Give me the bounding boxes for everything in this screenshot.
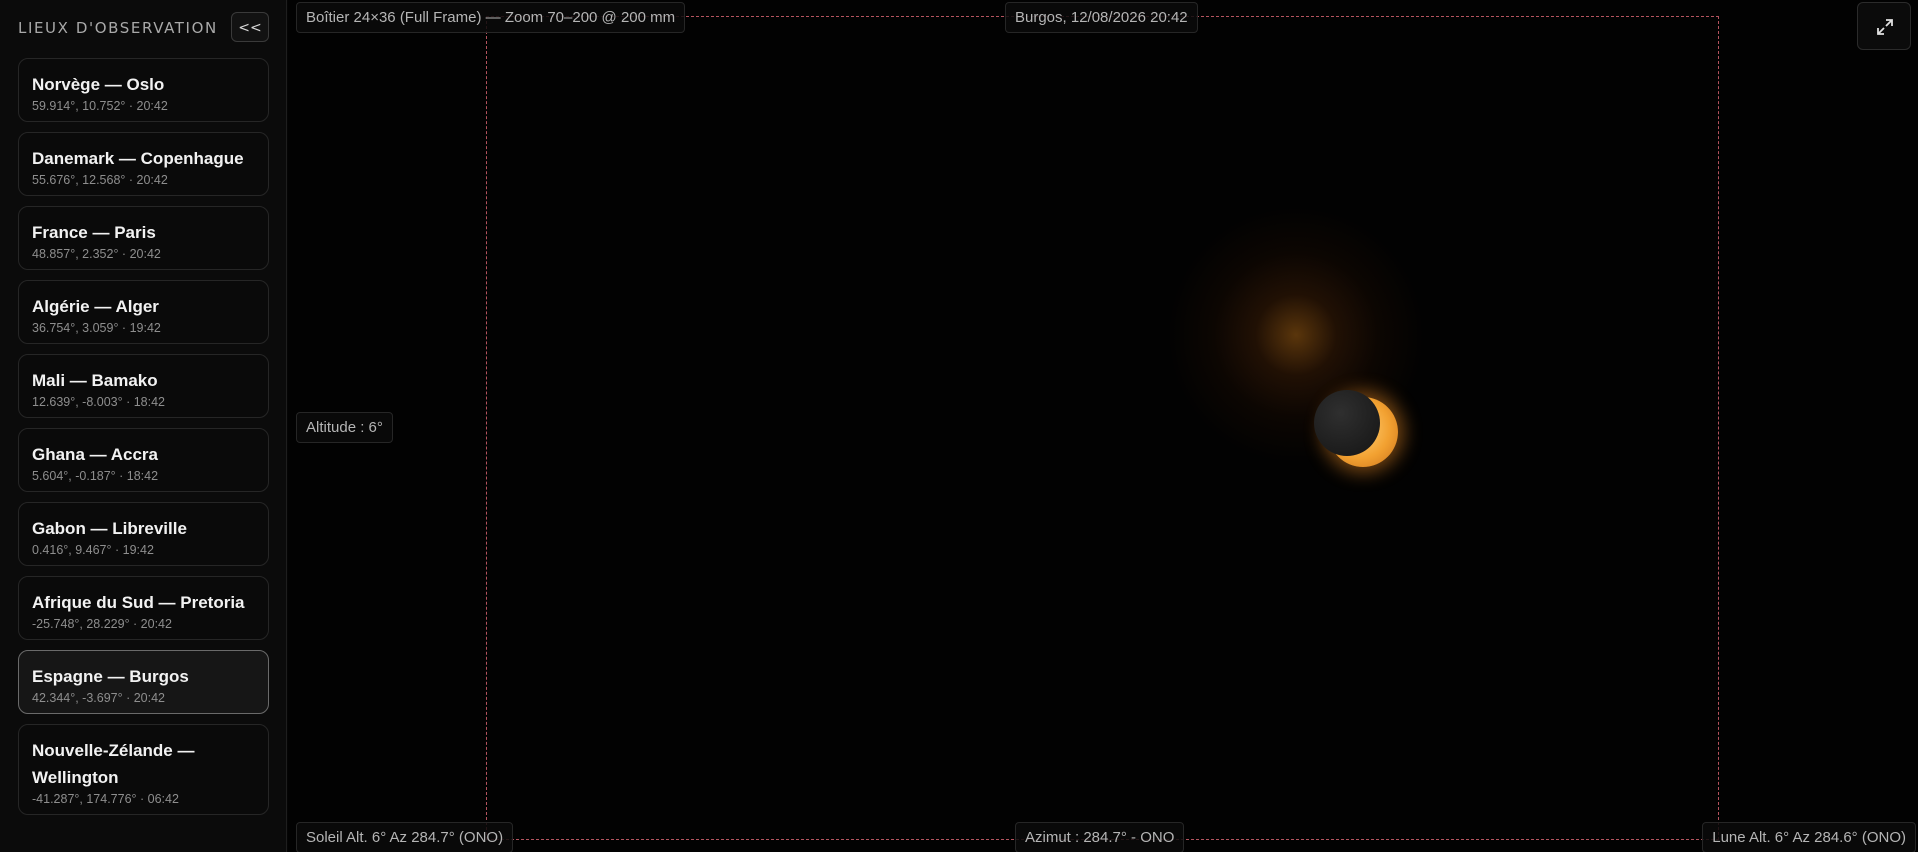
location-item-accra[interactable]: Ghana — Accra 5.604°, -0.187° · 18:42 xyxy=(18,428,269,492)
location-meta: 55.676°, 12.568° · 20:42 xyxy=(32,173,168,187)
location-item-burgos[interactable]: Espagne — Burgos 42.344°, -3.697° · 20:4… xyxy=(18,650,269,714)
moon-disk xyxy=(1314,390,1380,456)
azimuth-label: Azimut : 284.7° - ONO xyxy=(1015,822,1185,852)
location-meta: 48.857°, 2.352° · 20:42 xyxy=(32,247,161,261)
location-item-copenhague[interactable]: Danemark — Copenhague 55.676°, 12.568° ·… xyxy=(18,132,269,196)
camera-frame-outline xyxy=(486,16,1719,840)
location-meta: 12.639°, -8.003° · 18:42 xyxy=(32,395,166,409)
location-name: Afrique du Sud — Pretoria xyxy=(32,593,245,612)
location-name: Danemark — Copenhague xyxy=(32,149,244,168)
location-item-alger[interactable]: Algérie — Alger 36.754°, 3.059° · 19:42 xyxy=(18,280,269,344)
location-meta: 0.416°, 9.467° · 19:42 xyxy=(32,543,154,557)
location-name: Espagne — Burgos xyxy=(32,667,189,686)
camera-label: Boîtier 24×36 (Full Frame) — Zoom 70–200… xyxy=(296,2,686,33)
collapse-sidebar-button[interactable]: << xyxy=(231,12,269,42)
sun-position-label: Soleil Alt. 6° Az 284.7° (ONO) xyxy=(296,822,514,852)
moon-position-label: Lune Alt. 6° Az 284.6° (ONO) xyxy=(1702,822,1916,852)
sidebar-title: LIEUX D'OBSERVATION xyxy=(18,19,218,37)
location-meta: 36.754°, 3.059° · 19:42 xyxy=(32,321,161,335)
location-name: Norvège — Oslo xyxy=(32,75,165,94)
location-list: Norvège — Oslo 59.914°, 10.752° · 20:42 … xyxy=(18,58,269,825)
location-meta: -25.748°, 28.229° · 20:42 xyxy=(32,617,172,631)
altitude-label: Altitude : 6° xyxy=(296,412,393,443)
location-name: Gabon — Libreville xyxy=(32,519,187,538)
location-item-oslo[interactable]: Norvège — Oslo 59.914°, 10.752° · 20:42 xyxy=(18,58,269,122)
sidebar: LIEUX D'OBSERVATION << Norvège — Oslo 59… xyxy=(0,0,287,852)
location-item-libreville[interactable]: Gabon — Libreville 0.416°, 9.467° · 19:4… xyxy=(18,502,269,566)
location-item-paris[interactable]: France — Paris 48.857°, 2.352° · 20:42 xyxy=(18,206,269,270)
location-name: Algérie — Alger xyxy=(32,297,159,316)
location-meta: -41.287°, 174.776° · 06:42 xyxy=(32,792,179,806)
sidebar-header: LIEUX D'OBSERVATION << xyxy=(18,12,269,44)
fullscreen-button[interactable] xyxy=(1857,2,1911,50)
location-item-bamako[interactable]: Mali — Bamako 12.639°, -8.003° · 18:42 xyxy=(18,354,269,418)
location-name: France — Paris xyxy=(32,223,156,242)
expand-icon xyxy=(1877,19,1893,35)
location-item-pretoria[interactable]: Afrique du Sud — Pretoria -25.748°, 28.2… xyxy=(18,576,269,640)
location-time-label: Burgos, 12/08/2026 20:42 xyxy=(1005,2,1198,33)
sky-viewport[interactable]: Boîtier 24×36 (Full Frame) — Zoom 70–200… xyxy=(288,0,1918,852)
location-meta: 5.604°, -0.187° · 18:42 xyxy=(32,469,159,483)
location-name: Ghana — Accra xyxy=(32,445,158,464)
location-name: Nouvelle-Zélande — Wellington xyxy=(32,741,195,787)
location-name: Mali — Bamako xyxy=(32,371,158,390)
app: LIEUX D'OBSERVATION << Norvège — Oslo 59… xyxy=(0,0,1918,852)
location-meta: 59.914°, 10.752° · 20:42 xyxy=(32,99,168,113)
location-item-wellington[interactable]: Nouvelle-Zélande — Wellington -41.287°, … xyxy=(18,724,269,815)
location-meta: 42.344°, -3.697° · 20:42 xyxy=(32,691,166,705)
